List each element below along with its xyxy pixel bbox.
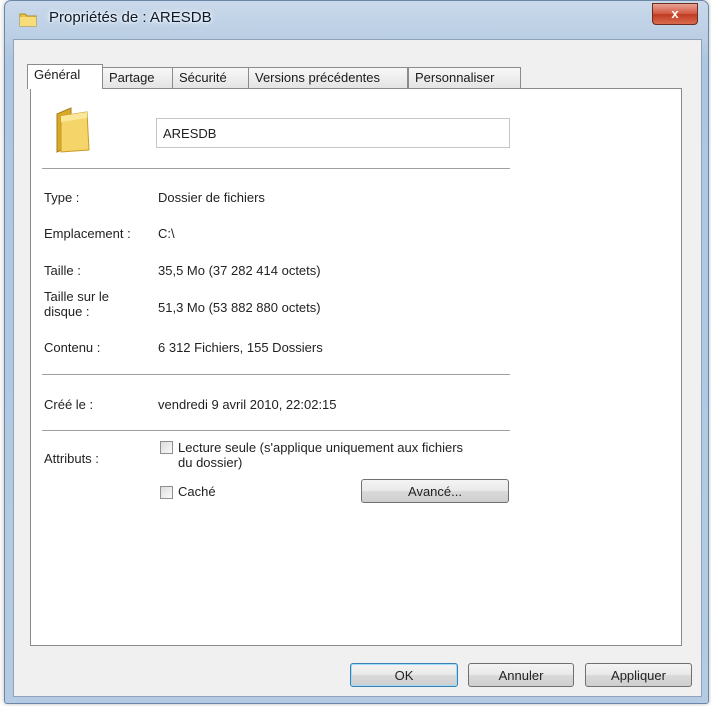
separator <box>42 430 510 432</box>
general-tab-panel <box>30 88 682 646</box>
size-label: Taille : <box>44 263 81 278</box>
separator <box>42 168 510 170</box>
location-label: Emplacement : <box>44 226 131 241</box>
size-on-disk-value: 51,3 Mo (53 882 880 octets) <box>158 300 321 315</box>
advanced-button[interactable]: Avancé... <box>361 479 509 503</box>
type-label: Type : <box>44 190 80 205</box>
tab-customize[interactable]: Personnaliser <box>408 67 521 88</box>
tab-general[interactable]: Général <box>27 64 103 89</box>
attributes-label: Attributs : <box>44 451 99 466</box>
close-icon: x <box>671 6 679 21</box>
cancel-button[interactable]: Annuler <box>468 663 574 687</box>
contents-label: Contenu : <box>44 340 101 355</box>
separator <box>42 374 510 376</box>
tab-previous-versions[interactable]: Versions précédentes <box>248 67 408 88</box>
location-value: C:\ <box>158 226 175 241</box>
folder-name-input[interactable] <box>156 118 510 148</box>
window-title: Propriétés de : ARESDB <box>49 9 212 26</box>
tab-label: Sécurité <box>179 70 227 85</box>
size-on-disk-label: Taille sur le disque : <box>44 289 110 319</box>
close-button[interactable]: x <box>652 3 698 25</box>
tab-label: Général <box>34 67 81 82</box>
title-bar[interactable]: Propriétés de : ARESDB x <box>5 1 708 39</box>
folder-large-icon <box>56 107 90 153</box>
ok-button[interactable]: OK <box>350 663 458 687</box>
type-value: Dossier de fichiers <box>158 190 265 205</box>
apply-button[interactable]: Appliquer <box>585 663 692 687</box>
tab-sharing[interactable]: Partage <box>102 67 173 88</box>
folder-icon <box>19 13 37 27</box>
size-value: 35,5 Mo (37 282 414 octets) <box>158 263 321 278</box>
tab-label: Partage <box>109 70 155 85</box>
contents-value: 6 312 Fichiers, 155 Dossiers <box>158 340 323 355</box>
readonly-label[interactable]: Lecture seule (s'applique uniquement aux… <box>178 440 478 470</box>
tab-security[interactable]: Sécurité <box>172 67 249 88</box>
readonly-checkbox[interactable] <box>160 441 173 454</box>
created-value: vendredi 9 avril 2010, 22:02:15 <box>158 397 337 412</box>
tab-label: Personnaliser <box>415 70 495 85</box>
created-label: Créé le : <box>44 397 94 412</box>
hidden-checkbox[interactable] <box>160 486 173 499</box>
tab-label: Versions précédentes <box>255 70 381 85</box>
hidden-label[interactable]: Caché <box>178 484 216 499</box>
